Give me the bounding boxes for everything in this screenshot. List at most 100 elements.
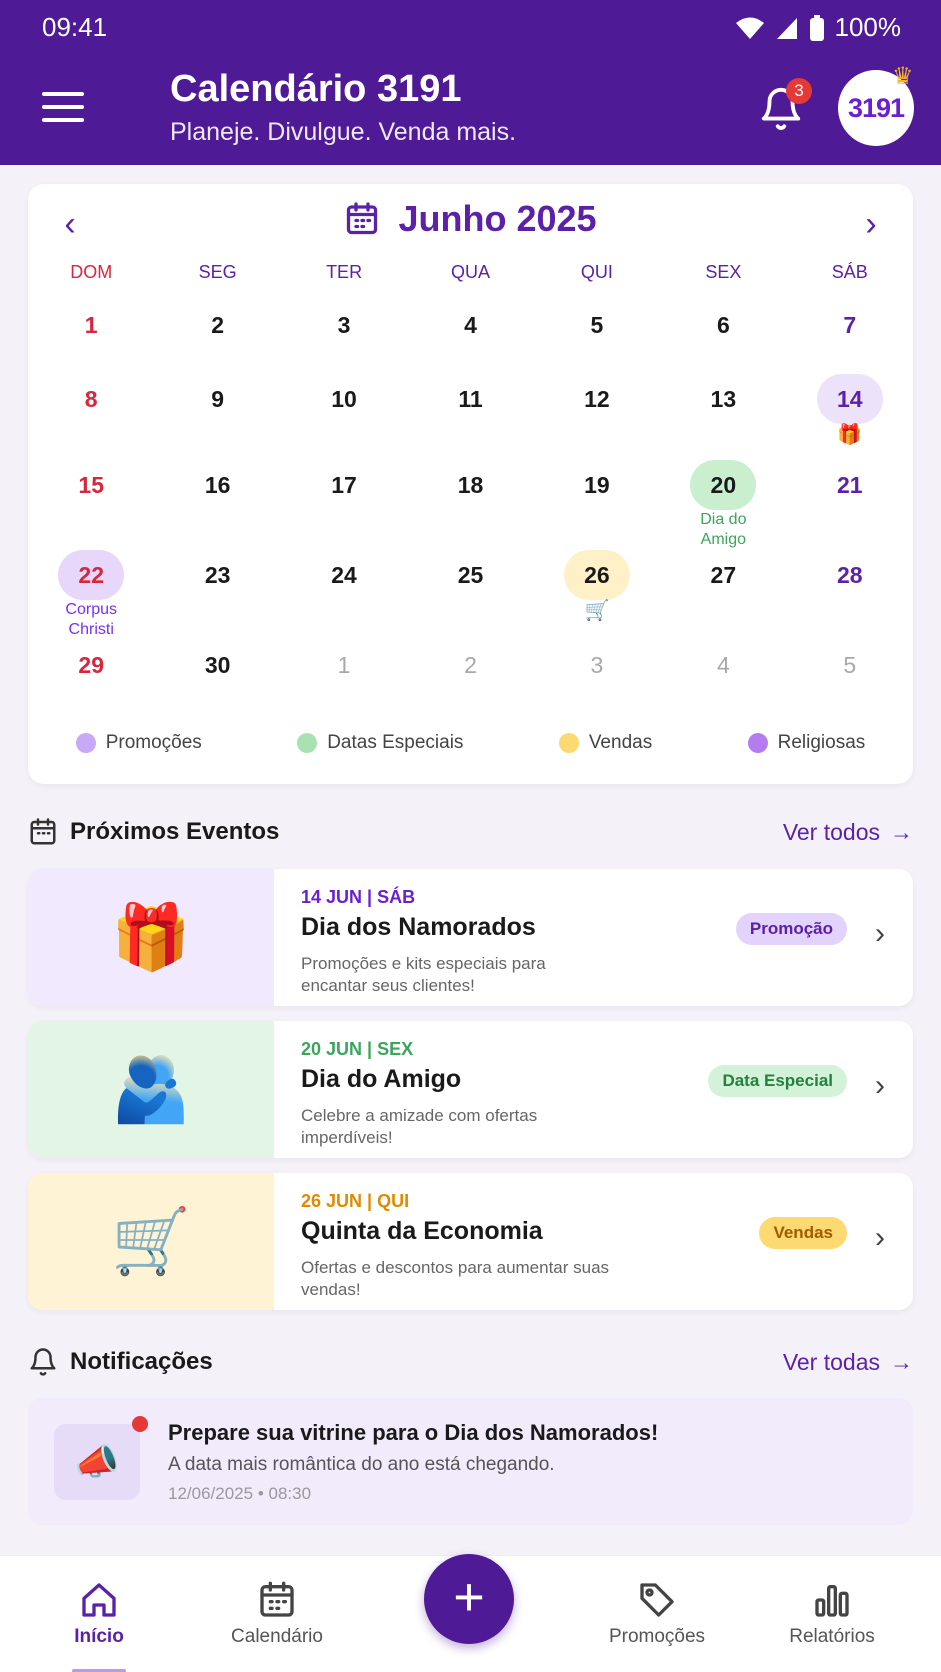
calendar-day[interactable]: 29 [28, 636, 154, 700]
see-all-notifications-link[interactable]: Ver todas → [783, 1349, 913, 1376]
see-all-events-link[interactable]: Ver todos → [783, 819, 913, 846]
calendar-icon [30, 818, 56, 845]
day-number: 1 [337, 652, 351, 678]
event-title: Dia dos Namorados [301, 913, 536, 941]
event-tag: Data Especial [708, 1065, 847, 1097]
calendar-day[interactable]: 24 [281, 546, 407, 636]
event-card[interactable]: 🛒 26 JUN | QUI Quinta da Economia Ofertas e… [28, 1173, 913, 1310]
day-number: 3 [337, 312, 351, 338]
nav-calendar[interactable]: Calendário [202, 1580, 352, 1648]
calendar-day[interactable]: 5 [787, 636, 913, 700]
calendar-day[interactable]: 3 [281, 296, 407, 370]
calendar-day[interactable]: 1 [28, 296, 154, 370]
calendar-day[interactable]: 28 [787, 546, 913, 636]
day-number: 30 [204, 652, 231, 678]
weekday-label: TER [326, 262, 363, 282]
nav-promotions[interactable]: Promoções [582, 1580, 732, 1648]
calendar-day[interactable]: 18 [407, 456, 533, 546]
calendar-day[interactable]: 8 [28, 370, 154, 456]
calendar-day[interactable]: 4 [407, 296, 533, 370]
calendar-day[interactable]: 3 [534, 636, 660, 700]
calendar-day[interactable]: 26 🛒 [534, 546, 660, 636]
calendar-day[interactable]: 19 [534, 456, 660, 546]
legend-dot [747, 733, 768, 753]
nav-home[interactable]: Início [24, 1580, 174, 1648]
calendar-day[interactable]: 17 [281, 456, 407, 546]
calendar-day[interactable]: 23 [154, 546, 280, 636]
calendar-day[interactable]: 11 [407, 370, 533, 456]
calendar-day[interactable]: 22 Corpus Christi [28, 546, 154, 638]
calendar-day[interactable]: 2 [407, 636, 533, 700]
calendar-day[interactable]: 15 [28, 456, 154, 546]
event-card[interactable]: 🎁 14 JUN | SÁB Dia dos Namorados Promoções … [28, 869, 913, 1006]
nav-promotions-label: Promoções [608, 1626, 706, 1647]
calendar-day[interactable]: 12 [534, 370, 660, 456]
calendar-day[interactable]: 4 [660, 636, 786, 700]
events-section-title: Próximos Eventos [70, 818, 280, 845]
calendar-day[interactable]: 30 [154, 636, 280, 700]
legend-dot [75, 733, 96, 753]
month-title: Junho 2025 [398, 198, 597, 239]
notifications-section-title: Notificações [70, 1348, 213, 1375]
calendar-day[interactable]: 27 [660, 546, 786, 636]
nav-reports[interactable]: Relatórios [757, 1580, 907, 1648]
day-number: 28 [836, 562, 863, 588]
calendar-day[interactable]: 14 🎁 [787, 370, 913, 456]
gift-icon: 🎁 [28, 869, 274, 1006]
separator-dot: • [257, 1484, 269, 1503]
calendar-day[interactable]: 20 Dia do Amigo [660, 456, 786, 548]
legend-label: Religiosas [777, 732, 866, 753]
calendar-day[interactable]: 21 [787, 456, 913, 546]
calendar-day[interactable]: 13 [660, 370, 786, 456]
menu-button[interactable] [42, 92, 84, 122]
calendar-day[interactable]: 7 [787, 296, 913, 370]
add-button[interactable]: + [424, 1554, 514, 1644]
legend-item: Datas Especiais [297, 732, 463, 754]
megaphone-icon: 📣 [54, 1424, 140, 1500]
unread-dot [132, 1416, 148, 1432]
next-month-button[interactable]: › [853, 206, 889, 242]
day-number: 23 [204, 562, 231, 588]
bell-icon [30, 1348, 56, 1376]
day-number: 11 [458, 386, 483, 412]
day-number: 24 [331, 562, 357, 588]
notification-title: Prepare sua vitrine para o Dia dos Namor… [168, 1420, 659, 1445]
calendar-day[interactable]: 2 [154, 296, 280, 370]
event-card[interactable]: 🫂 20 JUN | SEX Dia do Amigo Celebre a amiza… [28, 1021, 913, 1158]
calendar-day[interactable]: 6 [660, 296, 786, 370]
calendar-legend: Promoções Datas Especiais Vendas Religiosas [28, 732, 913, 754]
day-number: 1 [84, 312, 98, 338]
tag-icon [640, 1583, 674, 1617]
day-number: 19 [584, 472, 610, 498]
day-number: 18 [457, 472, 484, 498]
notification-card[interactable]: 📣 Prepare sua vitrine para o Dia dos Nam… [28, 1398, 913, 1525]
event-date: 26 JUN | QUI [301, 1191, 410, 1211]
day-number: 4 [716, 652, 730, 678]
calendar-day[interactable]: 25 [407, 546, 533, 636]
day-number: 14 [816, 374, 883, 424]
weekday-label: SÁB [831, 262, 868, 282]
chevron-right-icon: › [875, 1069, 885, 1102]
calendar-icon [260, 1581, 294, 1617]
day-number: 17 [331, 472, 357, 498]
weekday-label: QUA [450, 262, 490, 282]
calendar-day[interactable]: 9 [154, 370, 280, 456]
calendar-day[interactable]: 1 [281, 636, 407, 700]
event-tag: Promoção [735, 913, 847, 945]
see-all-notifications-label: Ver todas [782, 1348, 880, 1375]
calendar-day[interactable]: 5 [534, 296, 660, 370]
day-number: 2 [211, 312, 225, 338]
legend-label: Promoções [105, 732, 202, 753]
day-number: 10 [331, 386, 357, 412]
event-title: Quinta da Economia [301, 1217, 543, 1245]
legend-item: Promoções [75, 732, 202, 754]
weekday-header: DOM SEG TER QUA QUI SEX SÁB [28, 262, 913, 283]
calendar-day[interactable]: 16 [154, 456, 280, 546]
day-number: 21 [836, 472, 863, 498]
day-number: 16 [204, 472, 231, 498]
calendar-day[interactable]: 10 [281, 370, 407, 456]
weekday-label: DOM [70, 262, 113, 282]
notification-time: 08:30 [268, 1484, 312, 1503]
day-number: 20 [690, 460, 757, 510]
day-number: 13 [710, 386, 737, 412]
